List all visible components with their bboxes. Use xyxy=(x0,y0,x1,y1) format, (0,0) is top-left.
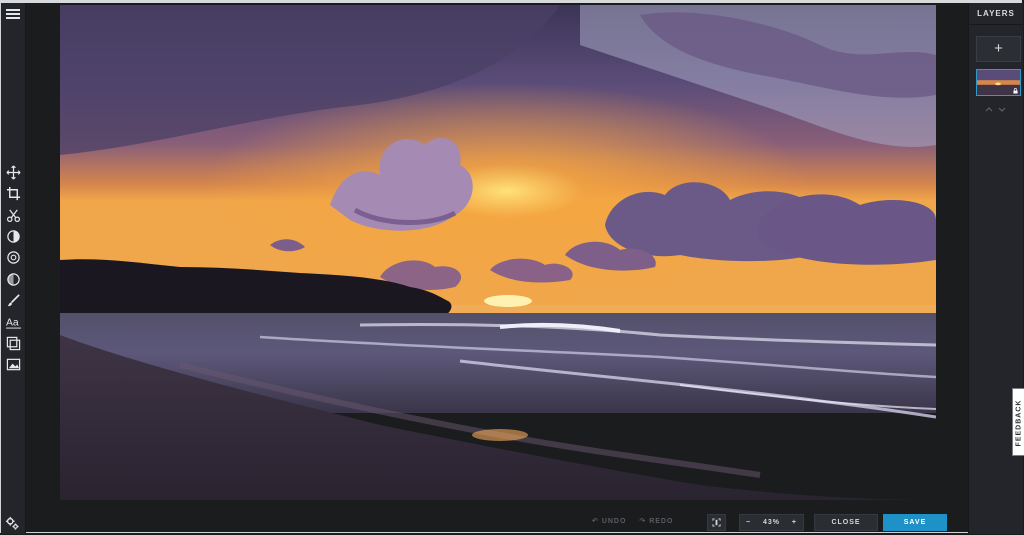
layers-title: LAYERS xyxy=(977,9,1015,18)
undo-redo-group: ↶ UNDO ↷ REDO xyxy=(592,517,683,525)
svg-text:Aa: Aa xyxy=(6,317,19,328)
frame-icon[interactable] xyxy=(5,335,21,351)
filter-icon[interactable] xyxy=(5,249,21,265)
sunset-beach-photo xyxy=(60,5,936,500)
vignette-icon[interactable] xyxy=(5,271,21,287)
adjust-icon[interactable] xyxy=(5,228,21,244)
menu-icon[interactable] xyxy=(6,9,20,21)
zoom-out-button[interactable]: − xyxy=(746,519,751,526)
zoom-control: − 43% + xyxy=(739,514,804,531)
undo-label: UNDO xyxy=(601,518,627,525)
cut-icon[interactable] xyxy=(5,207,21,223)
zoom-in-button[interactable]: + xyxy=(792,519,797,526)
feedback-tab[interactable]: FEEDBACK xyxy=(1012,388,1024,456)
undo-button[interactable]: ↶ UNDO xyxy=(592,518,626,525)
close-button[interactable]: CLOSE xyxy=(814,514,878,531)
panel-divider xyxy=(969,24,1023,25)
brush-icon[interactable] xyxy=(5,292,21,308)
settings-icon[interactable] xyxy=(5,516,19,535)
redo-button[interactable]: ↷ REDO xyxy=(639,518,673,525)
add-layer-button[interactable]: + xyxy=(976,36,1021,62)
move-icon[interactable] xyxy=(5,164,21,180)
layer-thumbnail[interactable] xyxy=(976,69,1021,96)
text-icon[interactable]: Aa xyxy=(5,313,21,329)
lock-icon xyxy=(1013,88,1018,94)
image-icon[interactable] xyxy=(5,356,21,372)
feedback-label: FEEDBACK xyxy=(1015,399,1023,447)
fit-screen-button[interactable] xyxy=(707,514,726,531)
bottom-bar: ↶ UNDO ↷ REDO − 43% + CLOSE SAVE xyxy=(25,508,968,534)
left-toolbar: Aa xyxy=(1,3,26,534)
layer-order-arrows[interactable] xyxy=(985,105,1009,115)
zoom-value: 43% xyxy=(762,519,780,526)
save-button[interactable]: SAVE xyxy=(883,514,947,531)
redo-label: REDO xyxy=(649,518,674,525)
editor-canvas[interactable] xyxy=(60,5,936,500)
crop-icon[interactable] xyxy=(5,185,21,201)
fit-screen-icon xyxy=(712,518,721,527)
